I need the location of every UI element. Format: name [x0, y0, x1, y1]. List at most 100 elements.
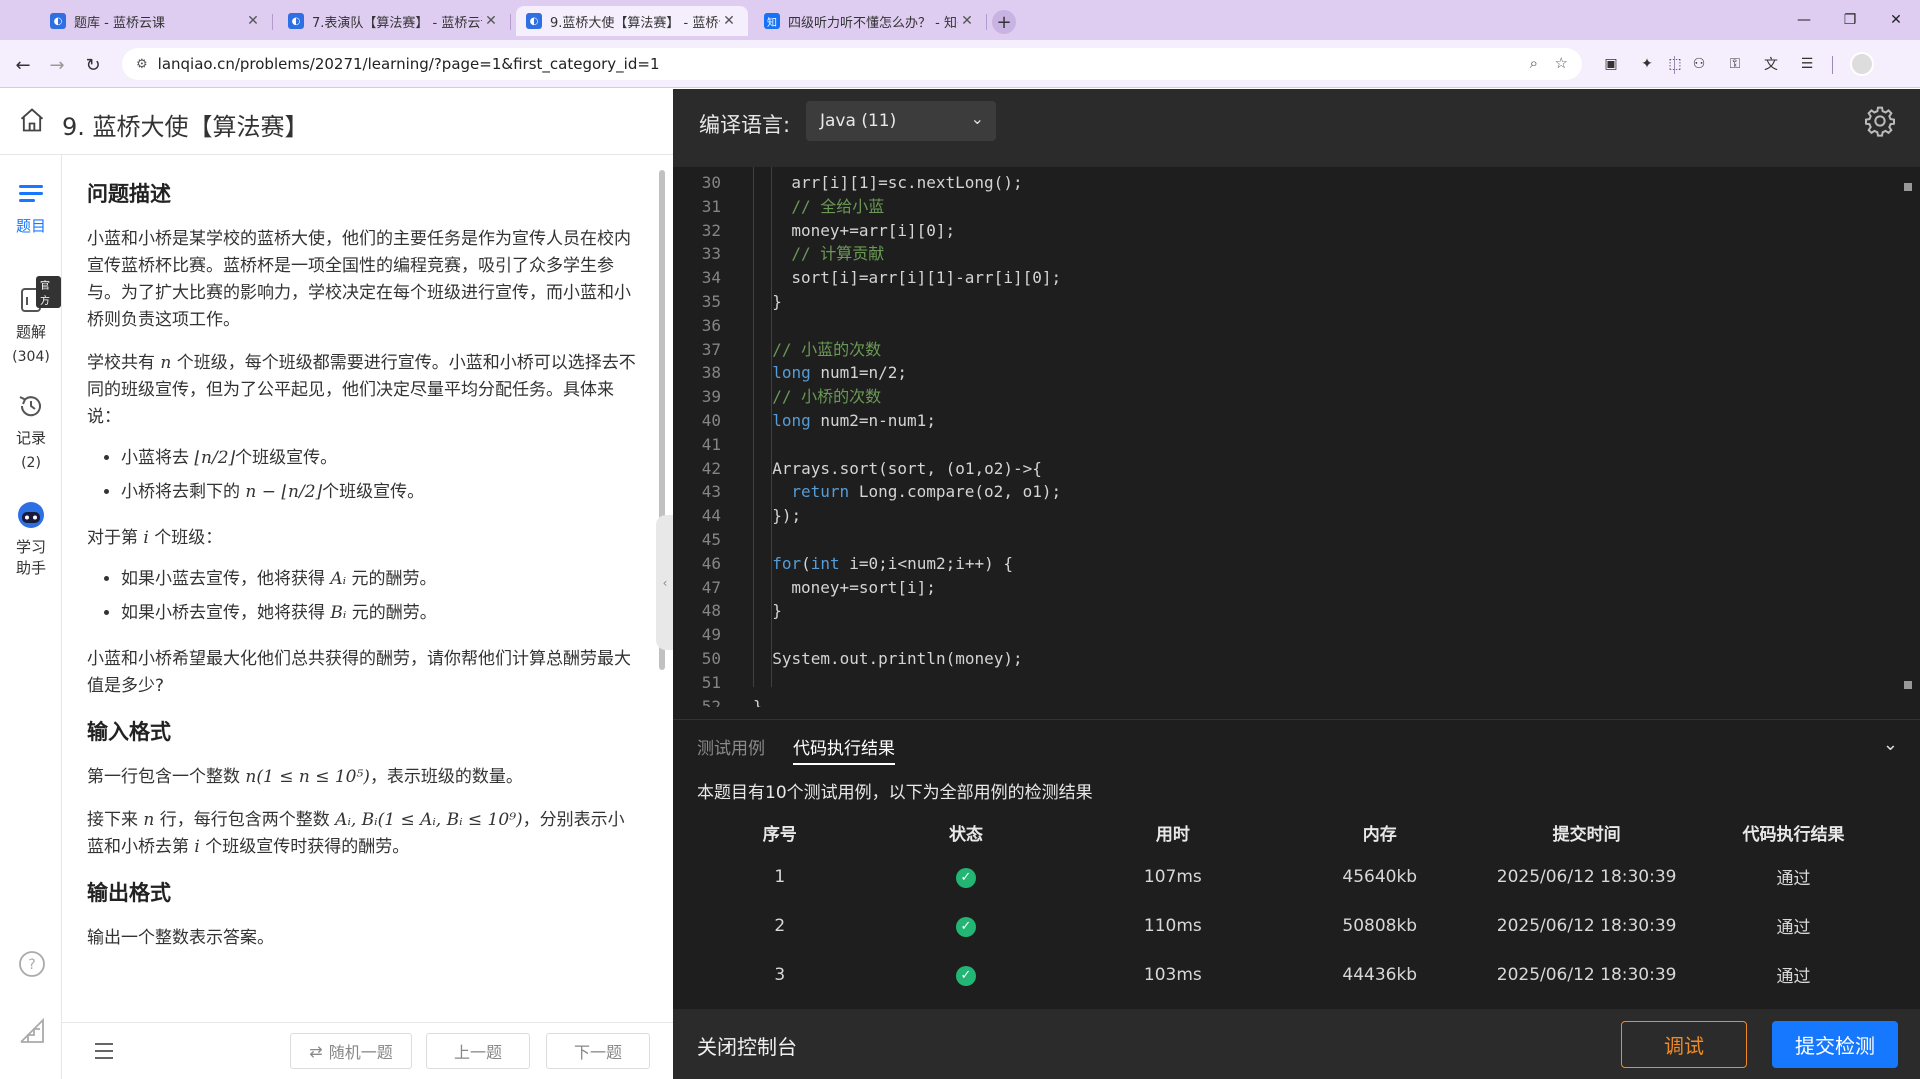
text: 接下来	[87, 810, 144, 830]
code-line[interactable]: 38 long num1=n/2;	[673, 361, 1893, 385]
code-line[interactable]: 40 long num2=n-num1;	[673, 409, 1893, 433]
code-line[interactable]: 36	[673, 314, 1893, 338]
code-editor[interactable]: 30 arr[i][1]=sc.nextLong(); 31 // 全给小蓝 32 mon…	[673, 167, 1920, 707]
cell-index: 1	[774, 866, 786, 887]
submit-button[interactable]: 提交检测	[1772, 1021, 1898, 1068]
tab-testcases[interactable]: 测试用例	[697, 734, 765, 759]
translate-icon[interactable]: 文	[1760, 53, 1782, 75]
close-icon[interactable]: ✕	[958, 12, 976, 30]
code-line[interactable]: 41	[673, 433, 1893, 457]
problem-paragraph: 小蓝和小桥是某学校的蓝桥大使，他们的主要任务是作为宣传人员在校内宣传蓝桥杯比赛。…	[87, 229, 631, 330]
profile-avatar[interactable]	[1850, 52, 1874, 76]
debug-button[interactable]: 调试	[1621, 1021, 1747, 1068]
next-problem-button[interactable]: 下一题	[546, 1033, 650, 1069]
tab-results[interactable]: 代码执行结果	[793, 734, 895, 765]
tab-title: 7.表演队【算法赛】 - 蓝桥云课	[312, 15, 482, 31]
code-line[interactable]: 31 // 全给小蓝	[673, 195, 1893, 219]
forward-icon[interactable]: →	[44, 52, 70, 78]
code-line[interactable]: 50 System.out.println(money);	[673, 647, 1893, 671]
restore-icon[interactable]: ❐	[1830, 8, 1870, 32]
code-line[interactable]: 34 sort[i]=arr[i][1]-arr[i][0];	[673, 266, 1893, 290]
editor-header: 编译语言: Java (11) ⌄	[673, 89, 1920, 167]
browser-tab[interactable]: ◐ 题库 - 蓝桥云课 ✕	[40, 6, 273, 36]
code-line[interactable]: 51	[673, 671, 1893, 695]
code-line[interactable]: 43 return Long.compare(o2, o1);	[673, 480, 1893, 504]
puzzle-icon[interactable]: ✦	[1636, 53, 1658, 75]
cell-time: 103ms	[1143, 964, 1202, 985]
url-text[interactable]: lanqiao.cn/problems/20271/learning/?page…	[158, 55, 660, 73]
chevron-down-icon[interactable]: ⌄	[1883, 734, 1898, 755]
scroll-marker	[1904, 681, 1912, 689]
reload-icon[interactable]: ↻	[80, 52, 106, 78]
code-text: money+=sort[i];	[791, 576, 936, 600]
site-info-icon[interactable]: ⚙	[136, 57, 148, 72]
line-number: 38	[701, 363, 721, 383]
keyword-token: long	[772, 363, 811, 383]
code-text: // 小桥的次数	[772, 385, 881, 409]
stairs-icon[interactable]	[18, 1017, 46, 1045]
close-icon[interactable]: ✕	[244, 12, 262, 30]
section-heading: 输出格式	[87, 881, 171, 905]
robot-assistant-icon	[18, 502, 44, 528]
zoom-icon[interactable]: ⌕	[1530, 54, 1538, 72]
code-line[interactable]: 47 money+=sort[i];	[673, 576, 1893, 600]
code-line[interactable]: 42 Arrays.sort(sort, (o1,o2)->{	[673, 457, 1893, 481]
close-console-button[interactable]: 关闭控制台	[697, 1031, 797, 1060]
code-text: return Long.compare(o2, o1);	[791, 480, 1061, 504]
code-line[interactable]: 35}	[673, 290, 1893, 314]
reading-list-icon[interactable]: ☰	[1796, 53, 1818, 75]
code-line[interactable]: 48}	[673, 599, 1893, 623]
math-expr: Aᵢ	[330, 569, 347, 589]
problem-content: 问题描述 小蓝和小桥是某学校的蓝桥大使，他们的主要任务是作为宣传人员在校内宣传蓝…	[87, 170, 637, 1020]
code-line[interactable]: 46 for(int i=0;i<num2;i++) {	[673, 552, 1893, 576]
code-line[interactable]: 44});	[673, 504, 1893, 528]
key-icon[interactable]: ⚿	[1724, 53, 1746, 75]
back-icon[interactable]: ←	[10, 52, 36, 78]
scroll-marker	[1904, 183, 1912, 191]
window-close-icon[interactable]: ✕	[1876, 8, 1916, 32]
code-line[interactable]: 39 // 小桥的次数	[673, 385, 1893, 409]
omnibox[interactable]: ⚙ lanqiao.cn/problems/20271/learning/?pa…	[122, 48, 1582, 80]
math-expr: n(1 ≤ n ≤ 10⁵)	[245, 767, 370, 787]
extension-icon[interactable]: ⚇	[1688, 53, 1710, 75]
menu-list-icon[interactable]	[92, 1039, 116, 1063]
code-line[interactable]: 30 arr[i][1]=sc.nextLong();	[673, 171, 1893, 195]
close-icon[interactable]: ✕	[720, 12, 738, 30]
code-line[interactable]: 32 money+=arr[i][0];	[673, 219, 1893, 243]
code-token: i=0;i<num2;i++) {	[839, 553, 1014, 573]
browser-tab[interactable]: 知 四级听力听不懂怎么办？ - 知乎 ✕	[754, 6, 987, 36]
prev-problem-button[interactable]: 上一题	[426, 1033, 530, 1069]
problem-paragraph: 接下来 n 行，每行包含两个整数 Aᵢ, Bᵢ(1 ≤ Aᵢ, Bᵢ ≤ 10⁹…	[87, 807, 637, 861]
code-line[interactable]: 45	[673, 528, 1893, 552]
bookmark-star-icon[interactable]: ☆	[1555, 54, 1568, 72]
settings-gear-icon[interactable]	[1864, 105, 1896, 137]
random-problem-button[interactable]: ⇄ 随机一题	[290, 1033, 412, 1069]
rail-item-assistant[interactable]: 学习 助手	[0, 500, 62, 578]
rail-item-problem[interactable]: 题目	[0, 179, 62, 236]
rail-item-record[interactable]: 记录 (2)	[0, 391, 62, 478]
code-line[interactable]: 49	[673, 623, 1893, 647]
extension-icon[interactable]: ⬚	[1664, 53, 1686, 75]
help-icon[interactable]: ?	[18, 950, 46, 978]
console-footer: 关闭控制台 调试 提交检测	[673, 1009, 1920, 1079]
minimize-icon[interactable]: —	[1784, 8, 1824, 32]
chevron-down-icon: ⌄	[970, 109, 984, 128]
close-icon[interactable]: ✕	[482, 12, 500, 30]
new-tab-button[interactable]: +	[992, 10, 1016, 34]
code-line[interactable]: 33 // 计算贡献	[673, 242, 1893, 266]
code-line[interactable]: 37 // 小蓝的次数	[673, 338, 1893, 362]
math-expr: ⌊n/2⌋	[194, 448, 236, 468]
record-count: (2)	[21, 455, 41, 471]
code-line[interactable]: 52}	[673, 695, 1893, 707]
home-icon[interactable]	[18, 106, 46, 134]
text: 小蓝将去	[121, 448, 195, 468]
history-icon	[19, 396, 41, 417]
browser-tab-active[interactable]: ◐ 9.蓝桥大使【算法赛】 - 蓝桥云 ✕	[516, 6, 748, 36]
comment-token: // 小蓝的次数	[772, 339, 882, 359]
language-select[interactable]: Java (11) ⌄	[806, 101, 996, 141]
extension-icon[interactable]: ▣	[1600, 53, 1622, 75]
math-expr: n − ⌊n/2⌋	[245, 482, 323, 502]
text: 第一行包含一个整数	[87, 767, 246, 787]
collapse-panel-handle[interactable]: ‹	[656, 515, 674, 650]
browser-tab[interactable]: ◐ 7.表演队【算法赛】 - 蓝桥云课 ✕	[278, 6, 511, 36]
